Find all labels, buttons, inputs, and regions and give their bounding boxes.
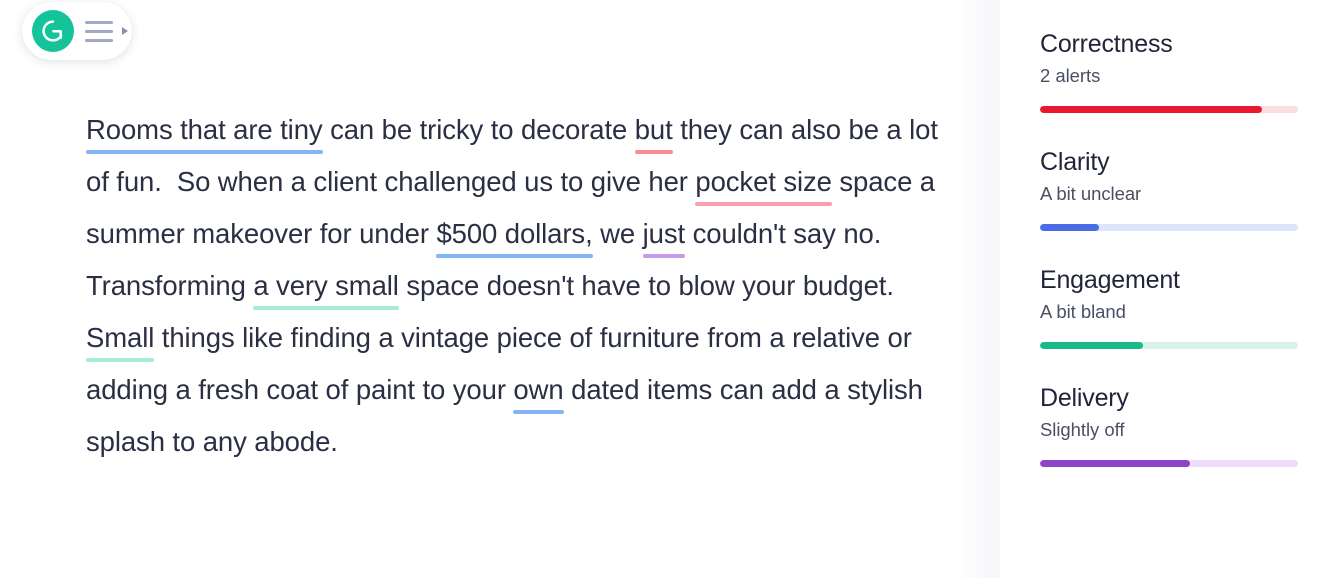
metric-title: Delivery xyxy=(1040,384,1129,412)
suggestion-highlight-green[interactable]: a very small xyxy=(253,270,399,301)
menu-line xyxy=(85,38,113,42)
suggestion-highlight-pink[interactable]: pocket size xyxy=(695,166,832,197)
metric-progress-bar xyxy=(1040,224,1298,231)
grammarly-assistant-button[interactable] xyxy=(22,2,132,60)
menu-line xyxy=(85,29,113,33)
metric-title: Clarity xyxy=(1040,148,1110,176)
grammarly-editor-window: Rooms that are tiny can be tricky to dec… xyxy=(0,0,1332,578)
suggestion-highlight-red[interactable]: but xyxy=(635,114,673,145)
document-text-area[interactable]: Rooms that are tiny can be tricky to dec… xyxy=(86,104,946,468)
metric-progress-bar xyxy=(1040,106,1298,113)
metric-progress-bar xyxy=(1040,342,1298,349)
metric-status-text: A bit unclear xyxy=(1040,183,1142,204)
hamburger-menu-icon[interactable] xyxy=(85,20,113,42)
metric-card-engagement[interactable]: Engagement A bit bland xyxy=(1040,264,1299,349)
assistant-scores-sidebar: Correctness 2 alerts Clarity A bit unclear E… xyxy=(1000,0,1332,578)
suggestion-highlight-green[interactable]: Small xyxy=(86,322,154,353)
metric-progress-fill xyxy=(1040,106,1262,113)
metric-card-delivery[interactable]: Delivery Slightly off xyxy=(1040,382,1299,467)
menu-line xyxy=(85,20,113,24)
metric-status-text: A bit bland xyxy=(1040,301,1126,322)
metric-status-text: 2 alerts xyxy=(1040,65,1101,86)
pane-edge-gradient xyxy=(954,0,1000,578)
metric-progress-bar xyxy=(1040,460,1298,467)
metric-progress-fill xyxy=(1040,342,1144,349)
document-paragraph: Rooms that are tiny can be tricky to dec… xyxy=(86,104,946,468)
document-text-run: can be tricky to decorate xyxy=(322,114,635,145)
metric-title: Correctness xyxy=(1040,30,1173,58)
metric-status-text: Slightly off xyxy=(1040,419,1125,440)
document-editor-pane: Rooms that are tiny can be tricky to dec… xyxy=(0,0,1000,578)
suggestion-highlight-blue[interactable]: $500 dollars, xyxy=(436,218,592,249)
grammarly-logo-icon xyxy=(32,10,74,52)
metric-progress-fill xyxy=(1040,224,1100,231)
metric-title: Engagement xyxy=(1040,266,1180,294)
suggestion-highlight-purple[interactable]: just xyxy=(643,218,686,249)
document-text-run: we xyxy=(592,218,643,249)
metric-card-correctness[interactable]: Correctness 2 alerts xyxy=(1040,28,1299,113)
chevron-right-icon[interactable] xyxy=(122,27,128,35)
metric-card-clarity[interactable]: Clarity A bit unclear xyxy=(1040,146,1299,231)
suggestion-highlight-blue[interactable]: Rooms that are tiny xyxy=(86,114,323,145)
document-text-run: space doesn't have to blow your budget. xyxy=(398,270,902,301)
metric-progress-fill xyxy=(1040,460,1190,467)
suggestion-highlight-blue[interactable]: own xyxy=(513,374,563,405)
